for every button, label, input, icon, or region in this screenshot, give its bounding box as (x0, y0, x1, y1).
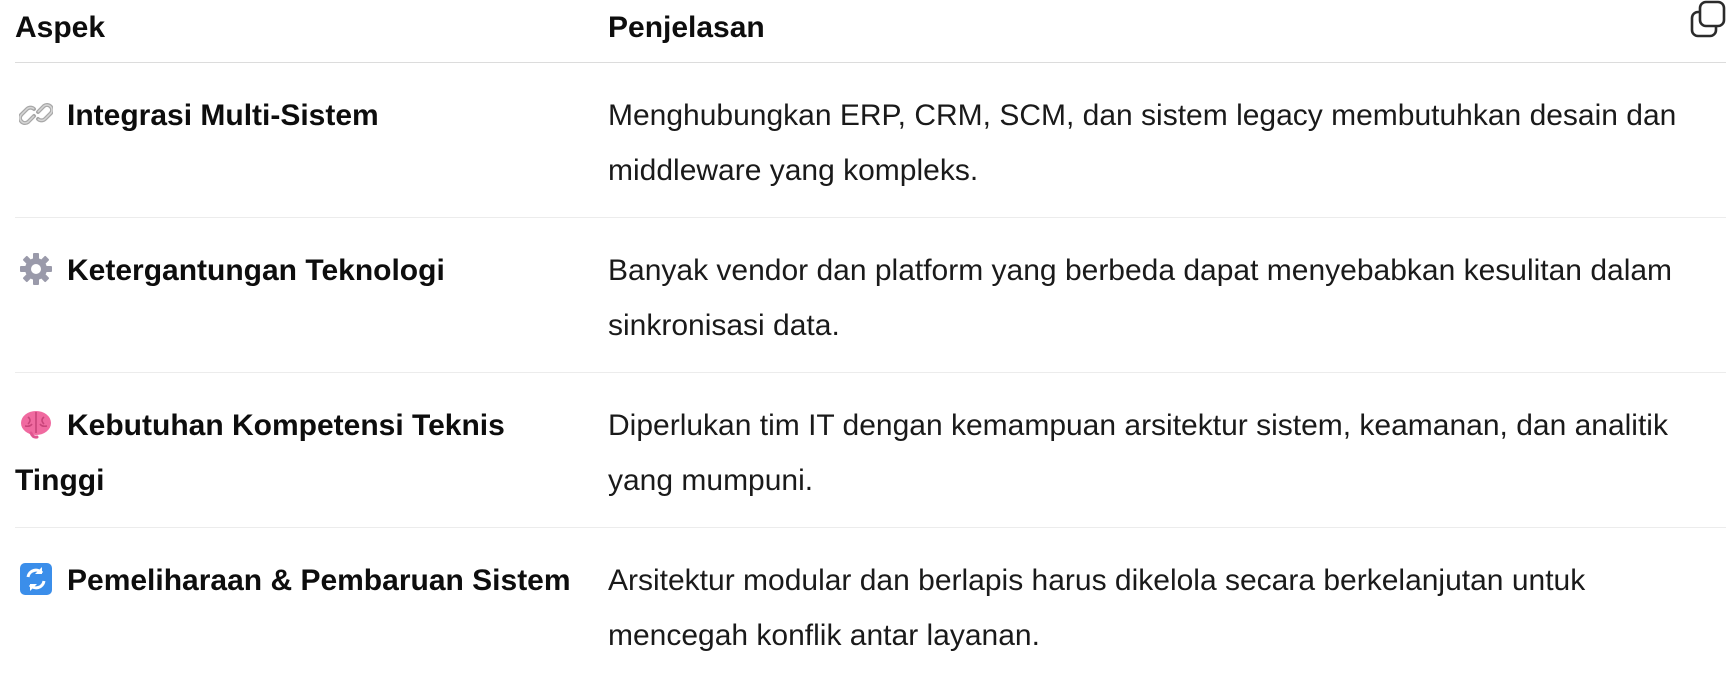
refresh-icon (20, 563, 52, 595)
aspect-cell: Integrasi Multi-Sistem (15, 88, 575, 143)
gear-icon (20, 253, 52, 285)
aspect-label: Ketergantungan Teknologi (67, 254, 445, 287)
explanation-cell: Menghubungkan ERP, CRM, SCM, dan sistem … (608, 99, 1677, 187)
table-row: Pemeliharaan & Pembaruan Sistem Arsitekt… (15, 528, 1726, 682)
aspect-cell: Ketergantungan Teknologi (15, 243, 575, 298)
aspect-label: Integrasi Multi-Sistem (67, 99, 379, 132)
header-aspek: Aspek (15, 11, 106, 44)
table-row: Kebutuhan Kompetensi Teknis Tinggi Diper… (15, 373, 1726, 528)
explanation-cell: Diperlukan tim IT dengan kemampuan arsit… (608, 409, 1668, 497)
table-row: Ketergantungan Teknologi Banyak vendor d… (15, 218, 1726, 373)
comparison-table: Aspek Penjelasan Integrasi Multi-Sistem (15, 0, 1726, 682)
copy-table-button[interactable] (1690, 0, 1726, 42)
brain-icon (21, 411, 51, 439)
aspect-cell: Kebutuhan Kompetensi Teknis Tinggi (15, 398, 575, 508)
copy-icon (1690, 0, 1726, 38)
aspect-label: Pemeliharaan & Pembaruan Sistem (67, 564, 571, 597)
explanation-cell: Banyak vendor dan platform yang berbeda … (608, 254, 1673, 342)
header-penjelasan: Penjelasan (608, 11, 765, 44)
explanation-cell: Arsitektur modular dan berlapis harus di… (608, 564, 1586, 652)
table-header-row: Aspek Penjelasan (15, 0, 1726, 63)
aspect-label: Kebutuhan Kompetensi Teknis Tinggi (15, 409, 505, 497)
aspect-cell: Pemeliharaan & Pembaruan Sistem (15, 553, 575, 608)
table-row: Integrasi Multi-Sistem Menghubungkan ERP… (15, 63, 1726, 218)
link-icon (19, 103, 53, 125)
